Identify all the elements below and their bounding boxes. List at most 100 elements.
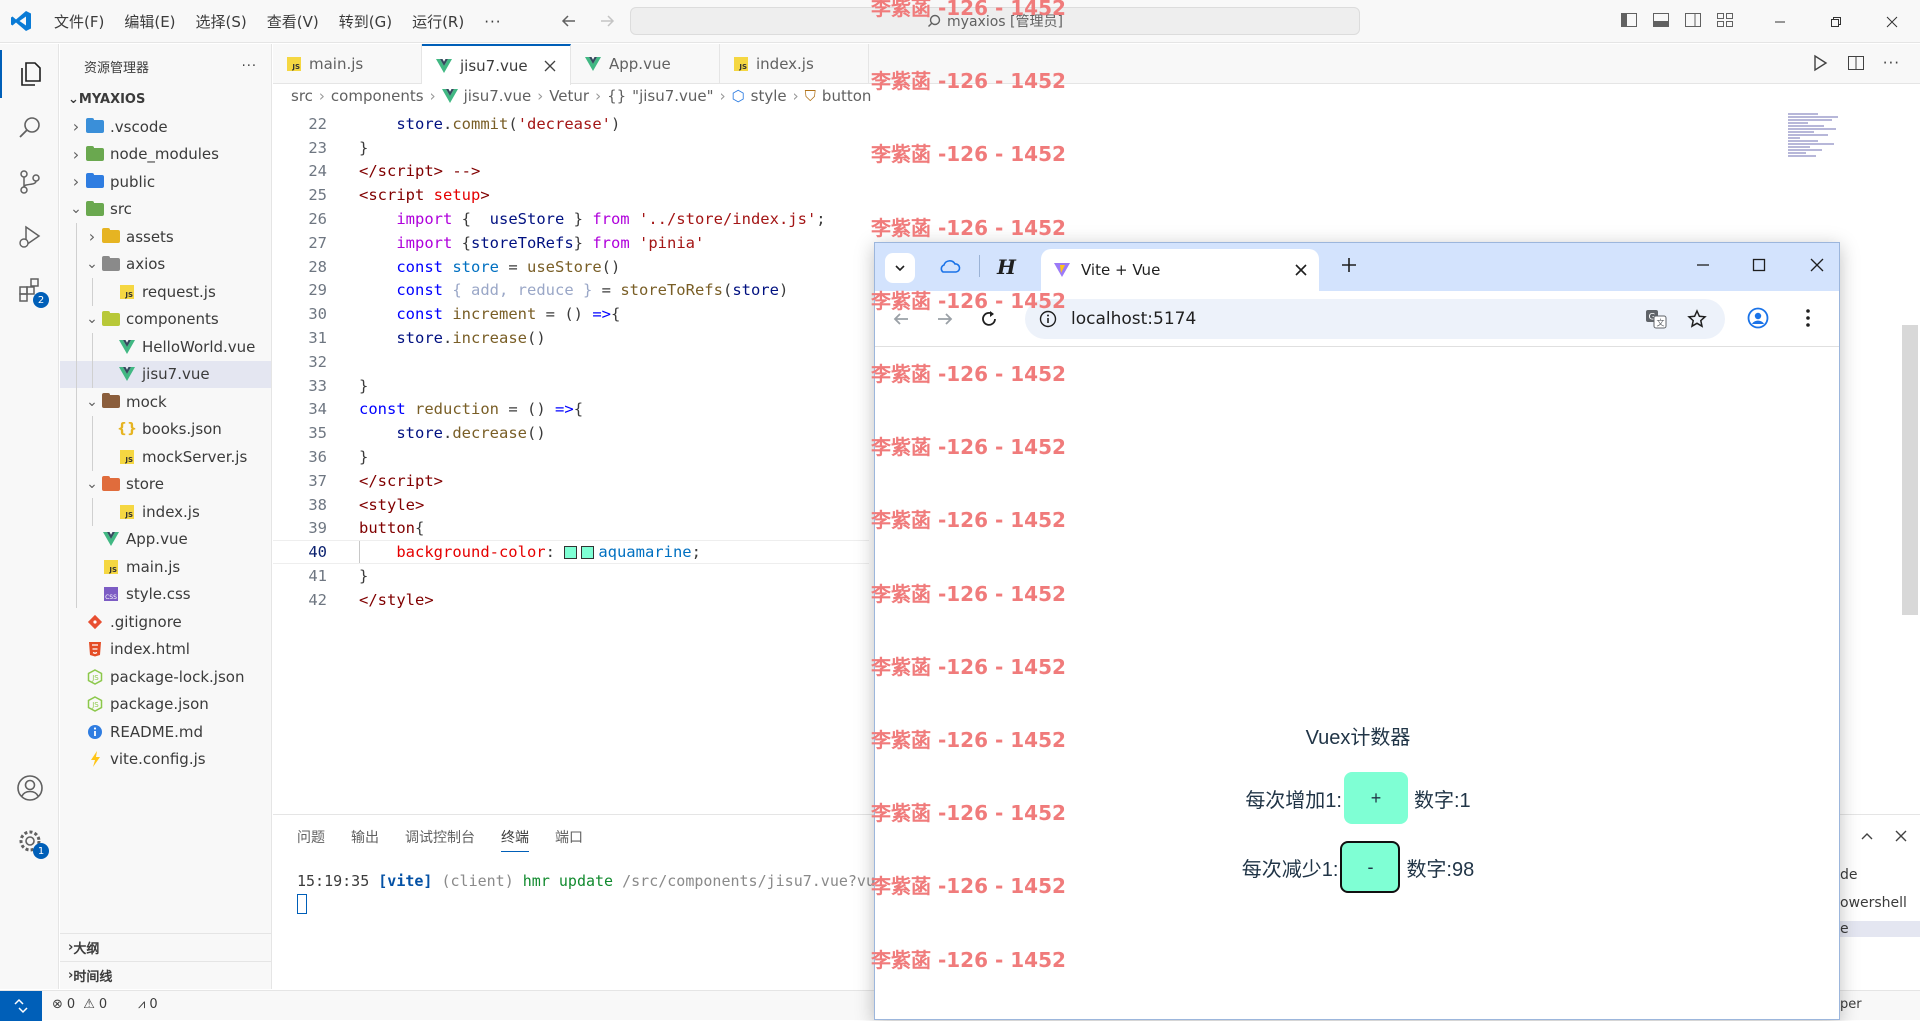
split-editor-icon[interactable] bbox=[1847, 54, 1865, 72]
minimap[interactable] bbox=[1788, 112, 1848, 202]
close-button[interactable] bbox=[1864, 0, 1920, 43]
panel-tab[interactable]: 调试控制台 bbox=[405, 827, 475, 852]
forward-arrow-icon[interactable] bbox=[598, 12, 616, 30]
folder-item[interactable]: ⌄ components bbox=[60, 305, 271, 333]
remote-indicator-icon[interactable] bbox=[0, 991, 42, 1021]
source-control-icon[interactable] bbox=[0, 158, 59, 206]
panel-tab[interactable]: 输出 bbox=[351, 827, 379, 852]
folder-item[interactable]: › assets bbox=[60, 223, 271, 251]
color-swatch[interactable] bbox=[564, 546, 578, 560]
customize-layout-icon[interactable] bbox=[1716, 11, 1734, 29]
minimize-button[interactable] bbox=[1752, 0, 1808, 43]
menu-item[interactable]: 转到(G) bbox=[329, 11, 402, 32]
folder-item[interactable]: ⌄ axios bbox=[60, 250, 271, 278]
back-arrow-icon[interactable] bbox=[560, 12, 578, 30]
folder-item[interactable]: › public bbox=[60, 168, 271, 196]
file-item[interactable]: vite.config.js bbox=[60, 746, 271, 774]
problems-status[interactable]: ⊗ 0 ⚠ 0 bbox=[52, 997, 107, 1012]
file-item[interactable]: {} books.json bbox=[60, 415, 271, 443]
menu-item[interactable]: ··· bbox=[474, 13, 511, 31]
file-item[interactable]: README.md bbox=[60, 718, 271, 746]
editor-scrollbar[interactable] bbox=[1902, 325, 1918, 615]
breadcrumb-item[interactable]: Vetur bbox=[549, 87, 589, 105]
close-tab-icon[interactable] bbox=[544, 60, 556, 72]
color-swatch[interactable] bbox=[581, 546, 595, 560]
file-item[interactable]: JS index.js bbox=[60, 498, 271, 526]
file-item[interactable]: JS package.json bbox=[60, 691, 271, 719]
run-debug-icon[interactable] bbox=[0, 212, 59, 260]
browser-tab[interactable]: Vite + Vue bbox=[1041, 249, 1319, 291]
browser-minimize-button[interactable] bbox=[1693, 255, 1713, 275]
site-info-icon[interactable] bbox=[1039, 310, 1057, 328]
extensions-icon[interactable]: 2 bbox=[0, 266, 59, 314]
increment-button[interactable]: + bbox=[1344, 772, 1408, 824]
folder-item[interactable]: › node_modules bbox=[60, 141, 271, 169]
bookmark-star-icon[interactable] bbox=[1687, 309, 1707, 329]
file-item[interactable]: jisu7.vue bbox=[60, 360, 271, 388]
browser-close-button[interactable] bbox=[1807, 255, 1827, 275]
address-bar[interactable]: localhost:5174 G文 bbox=[1025, 299, 1725, 339]
run-icon[interactable] bbox=[1811, 54, 1829, 72]
editor-tab[interactable]: JS index.js bbox=[720, 44, 869, 84]
outline-section[interactable]: › 大纲 bbox=[60, 933, 272, 961]
browser-menu-icon[interactable] bbox=[1797, 307, 1819, 329]
cloud-icon[interactable] bbox=[937, 257, 961, 275]
editor-tab[interactable]: JS main.js bbox=[273, 44, 422, 84]
breadcrumb-item[interactable]: src bbox=[291, 87, 313, 105]
folder-item[interactable]: ⌄ store bbox=[60, 470, 271, 498]
file-item[interactable]: JS mockServer.js bbox=[60, 443, 271, 471]
terminal-list-item[interactable]: owershell bbox=[1840, 895, 1907, 911]
folder-item[interactable]: ⌄ mock bbox=[60, 388, 271, 416]
settings-gear-icon[interactable]: 1 bbox=[0, 817, 59, 865]
editor-tab[interactable]: jisu7.vue bbox=[422, 44, 571, 85]
reload-icon[interactable] bbox=[979, 309, 999, 329]
forward-arrow-icon[interactable] bbox=[935, 309, 955, 329]
ports-status[interactable]: ⩘ 0 bbox=[138, 997, 158, 1012]
more-actions-icon[interactable]: ··· bbox=[1883, 54, 1900, 72]
close-tab-icon[interactable] bbox=[1295, 264, 1307, 276]
file-item[interactable]: JS request.js bbox=[60, 278, 271, 306]
folder-item[interactable]: ⌄ src bbox=[60, 196, 271, 224]
breadcrumb-item[interactable]: "jisu7.vue" bbox=[632, 87, 713, 105]
command-center[interactable]: myaxios [管理员] bbox=[630, 7, 1360, 35]
decrement-button[interactable]: - bbox=[1340, 841, 1401, 893]
breadcrumb-item[interactable]: style bbox=[751, 87, 787, 105]
workspace-root[interactable]: ⌄ MYAXIOS bbox=[60, 88, 271, 110]
toggle-panel-icon[interactable] bbox=[1652, 11, 1670, 29]
panel-tab[interactable]: 问题 bbox=[297, 827, 325, 852]
toggle-secondary-sidebar-icon[interactable] bbox=[1684, 11, 1702, 29]
file-item[interactable]: App.vue bbox=[60, 525, 271, 553]
file-item[interactable]: JS main.js bbox=[60, 553, 271, 581]
translate-icon[interactable]: G文 bbox=[1645, 309, 1667, 329]
breadcrumb-item[interactable]: button bbox=[822, 87, 871, 105]
file-item[interactable]: index.html bbox=[60, 636, 271, 664]
terminal-list-item[interactable]: e bbox=[1840, 921, 1920, 937]
terminal-output[interactable]: 15:19:35 [vite] (client) hmr update /src… bbox=[297, 872, 875, 918]
extension-h-icon[interactable]: H bbox=[997, 255, 1016, 279]
menu-item[interactable]: 编辑(E) bbox=[114, 11, 185, 32]
file-item[interactable]: HelloWorld.vue bbox=[60, 333, 271, 361]
tab-search-button[interactable] bbox=[885, 253, 915, 283]
maximize-panel-icon[interactable] bbox=[1860, 829, 1874, 843]
file-item[interactable]: JS package-lock.json bbox=[60, 663, 271, 691]
menu-item[interactable]: 运行(R) bbox=[402, 11, 474, 32]
breadcrumb-item[interactable]: jisu7.vue bbox=[464, 87, 532, 105]
timeline-section[interactable]: › 时间线 bbox=[60, 961, 272, 989]
close-panel-icon[interactable] bbox=[1894, 829, 1908, 843]
folder-item[interactable]: › .vscode bbox=[60, 113, 271, 141]
panel-tab[interactable]: 终端 bbox=[501, 827, 529, 852]
menu-item[interactable]: 文件(F) bbox=[44, 11, 114, 32]
editor-tab[interactable]: App.vue bbox=[571, 44, 720, 84]
profile-icon[interactable] bbox=[1747, 307, 1769, 329]
more-actions-icon[interactable]: ··· bbox=[242, 59, 257, 74]
file-item[interactable]: .gitignore bbox=[60, 608, 271, 636]
browser-maximize-button[interactable] bbox=[1749, 255, 1769, 275]
accounts-icon[interactable] bbox=[0, 764, 59, 812]
menu-item[interactable]: 选择(S) bbox=[186, 11, 257, 32]
search-icon[interactable] bbox=[0, 104, 59, 152]
menu-item[interactable]: 查看(V) bbox=[257, 11, 329, 32]
new-tab-icon[interactable] bbox=[1339, 255, 1359, 275]
breadcrumb-item[interactable]: components bbox=[331, 87, 424, 105]
explorer-icon[interactable] bbox=[0, 50, 59, 98]
panel-tab[interactable]: 端口 bbox=[555, 827, 583, 852]
